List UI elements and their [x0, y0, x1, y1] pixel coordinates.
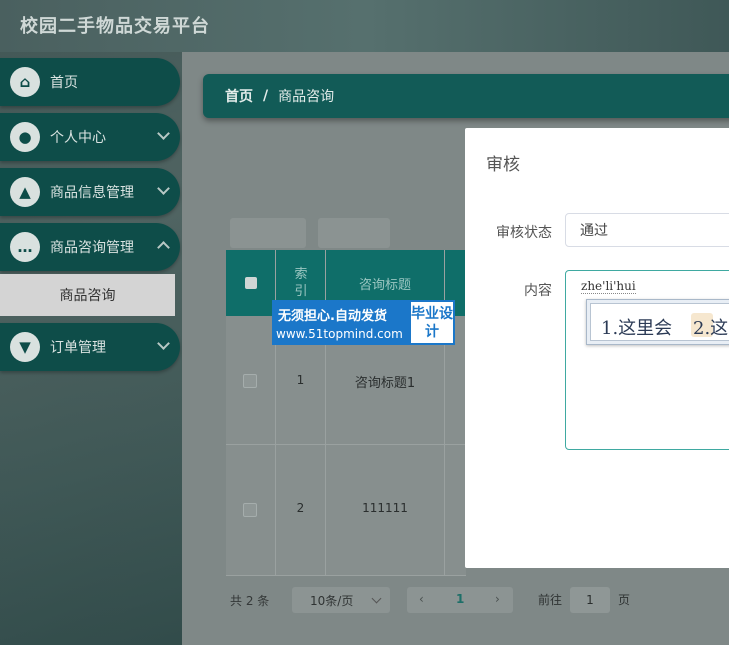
sidebar-item-label: 首页: [50, 75, 78, 91]
watermark-line1: 无须担心.自动发货: [278, 309, 387, 324]
status-label: 审核状态: [496, 225, 552, 241]
sidebar-item-product-consult[interactable]: … 商品咨询管理: [0, 223, 180, 271]
goto-label: 前往: [538, 593, 563, 607]
goto-suffix: 页: [618, 593, 631, 607]
toolbar-button-2[interactable]: [318, 218, 390, 248]
select-all-cell: [226, 250, 276, 316]
status-value: 通过: [580, 223, 608, 239]
breadcrumb-current: 商品咨询: [278, 89, 335, 105]
breadcrumb: 首页 / 商品咨询: [203, 74, 729, 118]
sidebar-item-label: 订单管理: [50, 340, 106, 356]
prev-page-button[interactable]: ‹: [419, 592, 424, 606]
ime-candidate-2[interactable]: 2.这: [693, 314, 728, 340]
content-label: 内容: [524, 283, 552, 299]
user-icon: ●: [10, 122, 40, 152]
pagination-total: 共 2 条: [230, 593, 270, 608]
sidebar-item-product-info[interactable]: ▲ 商品信息管理: [0, 168, 180, 216]
page-number-current[interactable]: 1: [456, 592, 464, 606]
ime-candidate-window: 1.这里会 2.这: [586, 299, 729, 345]
watermark-line2: www.51topmind.com: [276, 327, 403, 341]
page-size-select[interactable]: 10条/页: [292, 587, 390, 613]
breadcrumb-separator: /: [263, 88, 269, 104]
select-all-checkbox[interactable]: [245, 277, 257, 289]
row-divider: [226, 575, 466, 576]
top-bar: 校园二手物品交易平台: [0, 0, 729, 52]
chevron-up-icon: [157, 241, 170, 254]
goto-page-input[interactable]: 1: [570, 587, 610, 613]
page-size-value: 10条/页: [310, 593, 354, 608]
ime-candidate-1[interactable]: 1.这里会: [601, 314, 672, 340]
pin-icon: ▼: [10, 332, 40, 362]
chevron-down-icon: [157, 182, 170, 195]
row-title: 111111: [362, 501, 408, 515]
person-badge-icon: ▲: [10, 177, 40, 207]
sidebar-item-label: 商品信息管理: [50, 185, 134, 201]
content-textarea[interactable]: zhe'li'hui 1.这里会 2.这: [565, 270, 729, 450]
table-body: [226, 316, 466, 576]
next-page-button[interactable]: ›: [495, 592, 500, 606]
column-divider: [325, 250, 326, 575]
row-index: 2: [296, 501, 305, 515]
app-title: 校园二手物品交易平台: [20, 16, 210, 37]
watermark-banner: 无须担心.自动发货 www.51topmind.com 毕业设计: [272, 300, 455, 345]
row-index: 1: [296, 373, 305, 387]
column-divider: [275, 250, 276, 575]
review-dialog: 审核 审核状态 通过 内容 zhe'li'hui 1.这里会 2.这: [465, 128, 729, 568]
ime-composition-text: zhe'li'hui: [581, 279, 636, 294]
sidebar-item-personal-center[interactable]: ● 个人中心: [0, 113, 180, 161]
ime-candidate-list: 1.这里会 2.这: [590, 303, 729, 341]
sidebar-item-orders[interactable]: ▼ 订单管理: [0, 323, 180, 371]
sidebar-item-label: 个人中心: [50, 130, 106, 146]
watermark-text-block: 无须担心.自动发货 www.51topmind.com: [272, 300, 409, 345]
pager: ‹ 1 ›: [407, 587, 513, 613]
sidebar-item-label: 商品咨询管理: [50, 240, 134, 256]
row-title: 咨询标题1: [354, 376, 416, 391]
row-checkbox[interactable]: [243, 503, 257, 517]
breadcrumb-home[interactable]: 首页: [225, 86, 253, 106]
status-select[interactable]: 通过: [565, 213, 729, 247]
sidebar-item-home[interactable]: ⌂ 首页: [0, 58, 180, 106]
sidebar-subitem-consult[interactable]: 商品咨询: [0, 274, 175, 316]
home-icon: ⌂: [10, 67, 40, 97]
column-divider: [444, 250, 445, 575]
watermark-badge: 毕业设计: [409, 300, 455, 345]
row-checkbox[interactable]: [243, 374, 257, 388]
chat-icon: …: [10, 232, 40, 262]
chevron-down-icon: [157, 337, 170, 350]
chevron-down-icon: [157, 127, 170, 140]
toolbar-button-1[interactable]: [230, 218, 306, 248]
dialog-title: 审核: [486, 155, 520, 175]
row-divider: [226, 444, 466, 445]
chevron-down-icon: [371, 593, 382, 604]
